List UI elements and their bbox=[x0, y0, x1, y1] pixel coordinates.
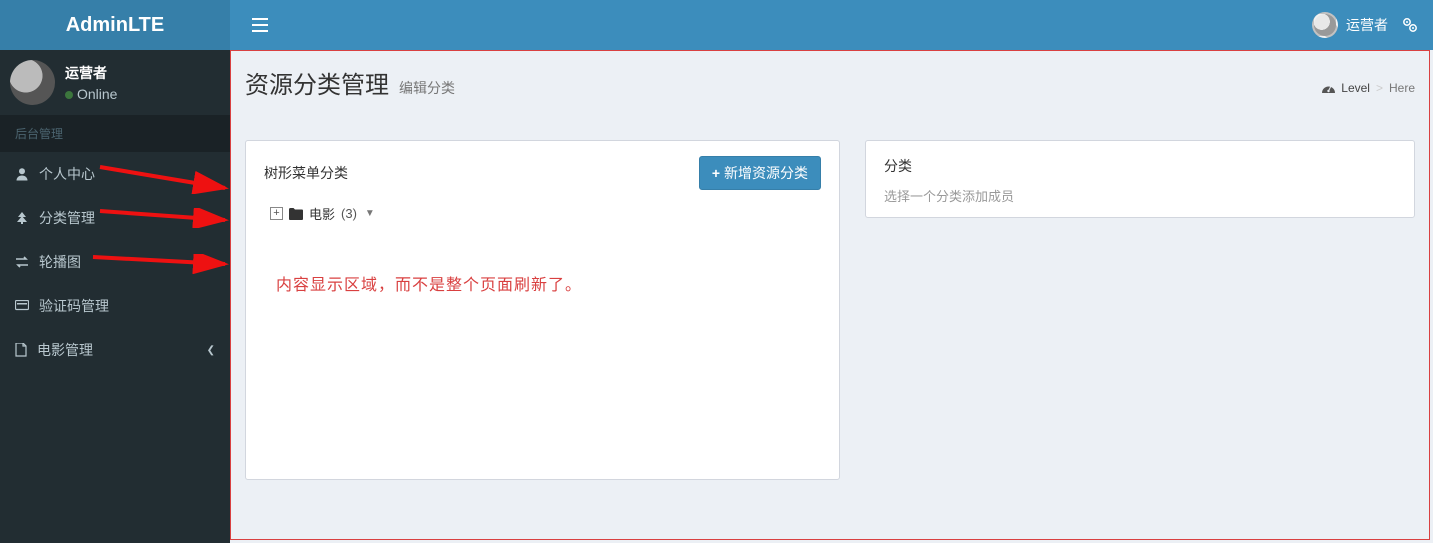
tree-panel-title: 树形菜单分类 bbox=[264, 163, 348, 183]
dashboard-icon bbox=[1322, 82, 1335, 93]
user-name-top: 运营者 bbox=[1346, 15, 1388, 35]
user-menu[interactable]: 运营者 bbox=[1312, 12, 1388, 38]
status-indicator: Online bbox=[65, 86, 117, 102]
plus-icon: + bbox=[712, 165, 720, 181]
breadcrumb-level[interactable]: Level bbox=[1341, 81, 1370, 95]
breadcrumb-here: Here bbox=[1389, 81, 1415, 95]
tree-node-root[interactable]: + 电影 (3) ▼ bbox=[264, 204, 821, 223]
content-header: 资源分类管理 编辑分类 Level > Here bbox=[230, 50, 1430, 100]
swap-icon bbox=[15, 255, 29, 269]
page-title-text: 资源分类管理 bbox=[245, 65, 389, 100]
chevron-left-icon: ❮ bbox=[207, 345, 215, 356]
sidebar-item-carousel[interactable]: 轮播图 bbox=[0, 240, 230, 284]
sidebar-item-label: 个人中心 bbox=[39, 164, 95, 184]
add-category-label: 新增资源分类 bbox=[724, 163, 808, 183]
sidebar-item-label: 轮播图 bbox=[39, 252, 81, 272]
annotation-text: 内容显示区域，而不是整个页面刷新了。 bbox=[276, 271, 582, 295]
sidebar-section-header: 后台管理 bbox=[0, 115, 230, 152]
content-wrapper: 资源分类管理 编辑分类 Level > Here 树形菜单分类 + 新增资源分类… bbox=[230, 50, 1430, 540]
sidebar-item-category[interactable]: 分类管理 bbox=[0, 196, 230, 240]
category-detail-hint: 选择一个分类添加成员 bbox=[884, 186, 1396, 205]
sidebar-item-label: 分类管理 bbox=[39, 208, 95, 228]
sidebar-user-panel: 运营者 Online bbox=[0, 50, 230, 115]
hamburger-icon[interactable] bbox=[245, 10, 275, 40]
gears-icon[interactable] bbox=[1402, 17, 1418, 33]
category-detail-panel: 分类 选择一个分类添加成员 bbox=[865, 140, 1415, 218]
page-subtitle: 编辑分类 bbox=[399, 78, 455, 98]
sidebar-item-movies[interactable]: 电影管理 ❮ bbox=[0, 328, 230, 372]
breadcrumb-separator: > bbox=[1376, 81, 1383, 95]
sidebar-item-captcha[interactable]: 验证码管理 bbox=[0, 284, 230, 328]
sidebar-item-label: 电影管理 bbox=[37, 340, 93, 360]
file-icon bbox=[15, 343, 27, 357]
tree-node-label: 电影 bbox=[309, 204, 335, 223]
folder-icon bbox=[289, 208, 303, 220]
top-navbar: 运营者 bbox=[230, 0, 1433, 50]
avatar-icon bbox=[1312, 12, 1338, 38]
tree-node-count: (3) bbox=[341, 206, 357, 221]
tree-panel: 树形菜单分类 + 新增资源分类 + 电影 (3) ▼ 内容显示区域，而不是整个页… bbox=[245, 140, 840, 480]
sidebar-user-name: 运营者 bbox=[65, 63, 117, 83]
sidebar-item-profile[interactable]: 个人中心 bbox=[0, 152, 230, 196]
breadcrumb: Level > Here bbox=[1322, 81, 1415, 95]
add-category-button[interactable]: + 新增资源分类 bbox=[699, 156, 821, 190]
sidebar-item-label: 验证码管理 bbox=[39, 296, 109, 316]
status-text: Online bbox=[77, 86, 117, 102]
sidebar: 运营者 Online 后台管理 个人中心 分类管理 轮播图 bbox=[0, 50, 230, 543]
user-icon bbox=[15, 167, 29, 181]
expand-icon[interactable]: + bbox=[270, 207, 283, 220]
card-icon bbox=[15, 300, 29, 312]
page-title: 资源分类管理 编辑分类 bbox=[245, 65, 455, 100]
logo[interactable]: AdminLTE bbox=[0, 0, 230, 50]
tree-icon bbox=[15, 211, 29, 225]
category-detail-title: 分类 bbox=[884, 156, 1396, 176]
avatar-icon bbox=[10, 60, 55, 105]
caret-down-icon[interactable]: ▼ bbox=[365, 208, 375, 219]
